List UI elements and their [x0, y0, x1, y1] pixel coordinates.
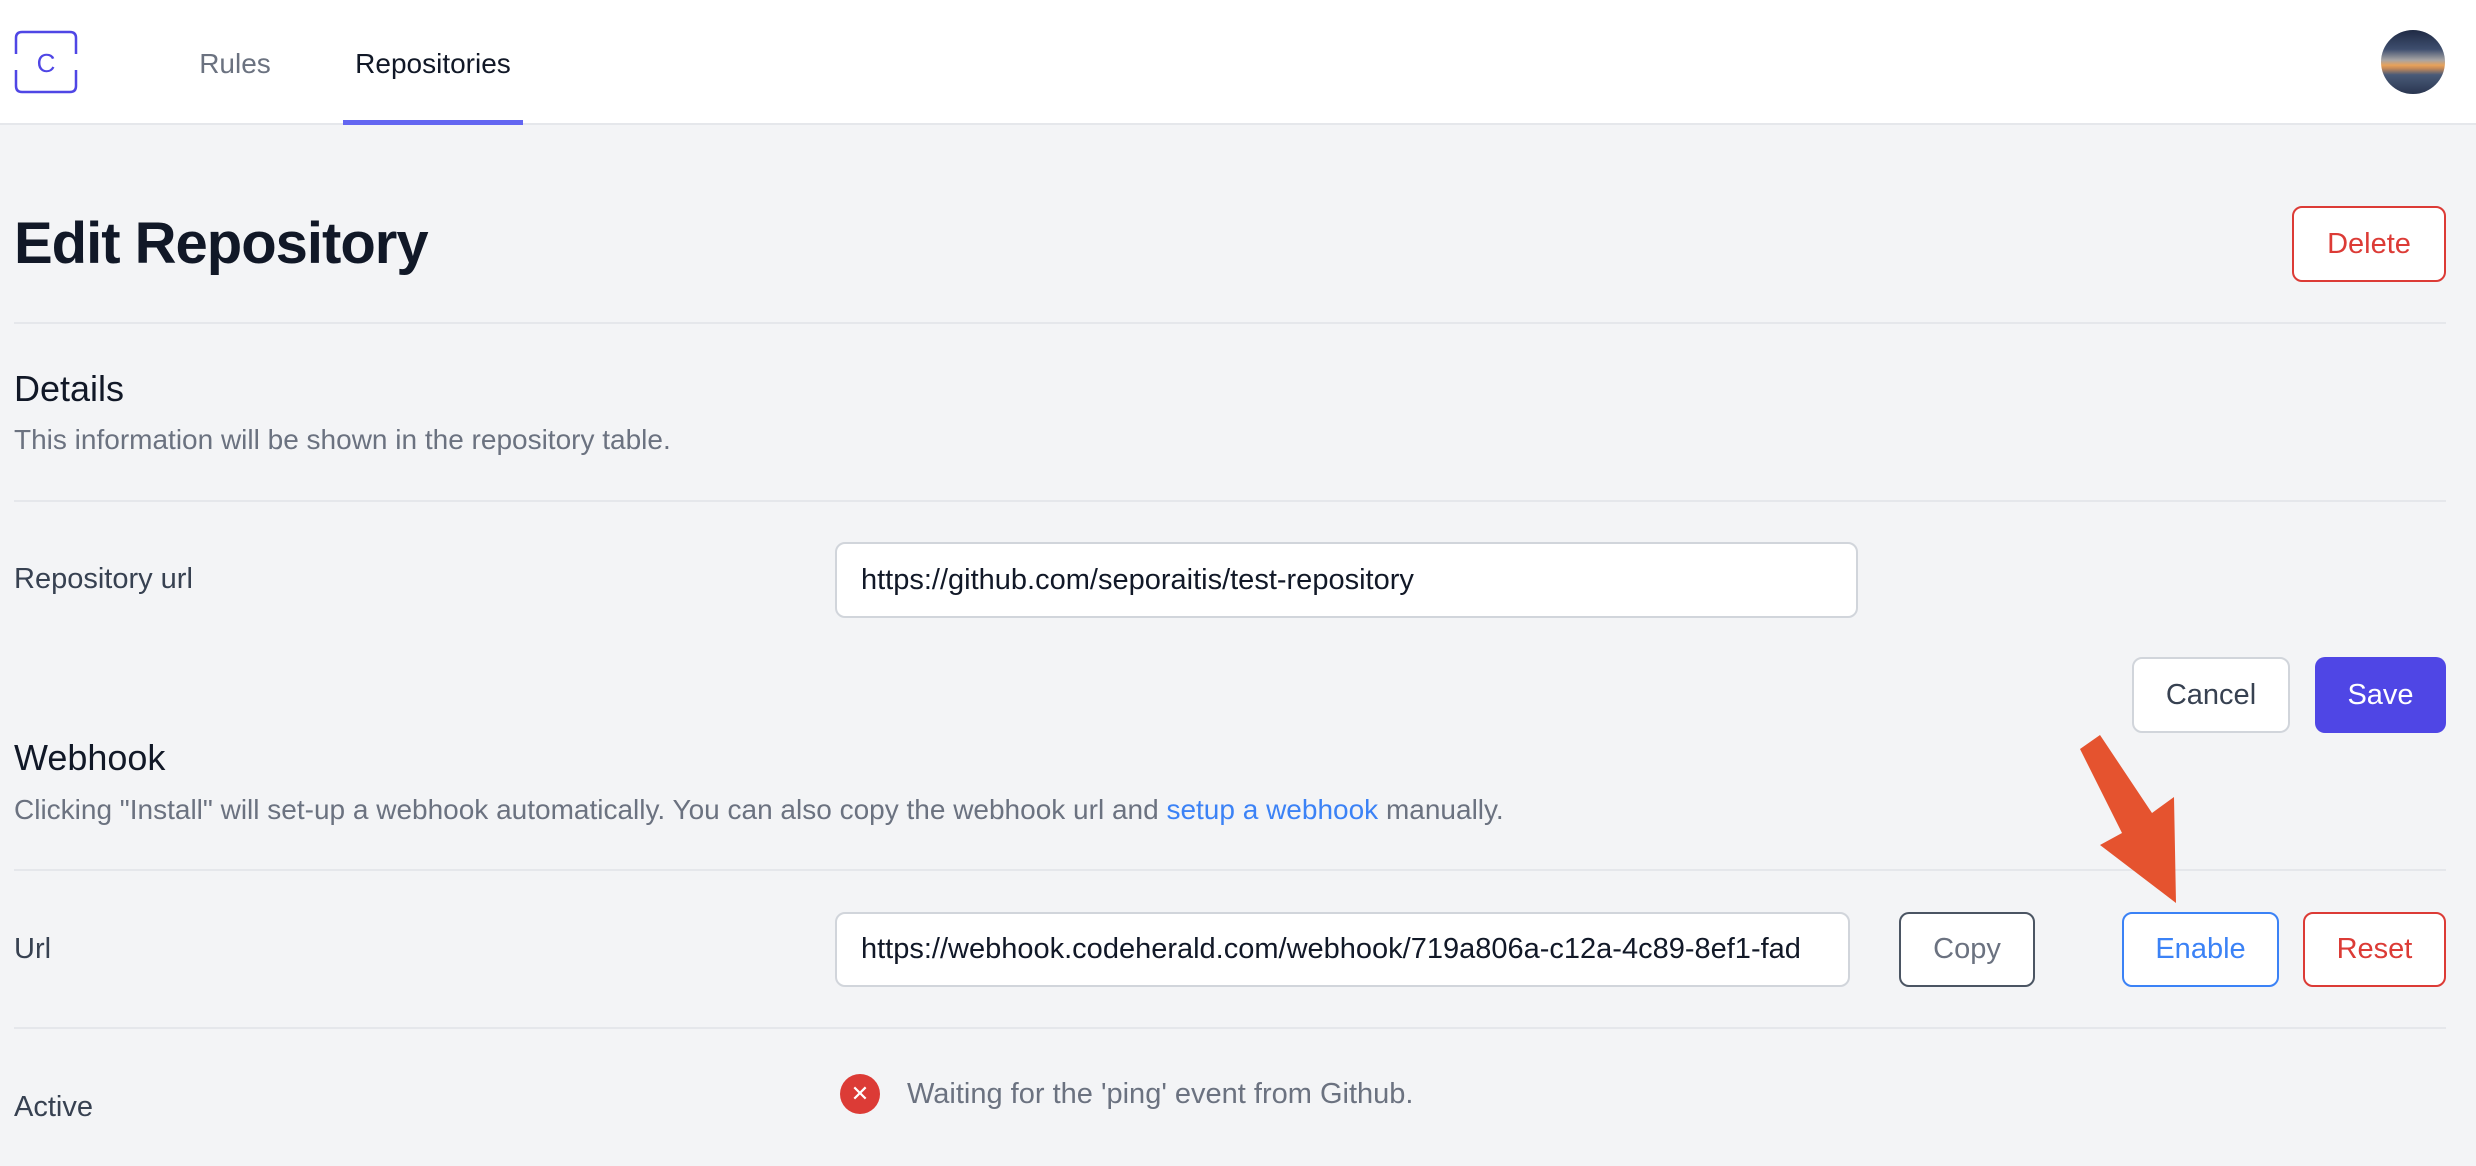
svg-text:C: C: [37, 48, 56, 78]
details-section-description: This information will be shown in the re…: [14, 424, 671, 455]
webhook-url-input[interactable]: [835, 912, 1850, 987]
cancel-button[interactable]: Cancel: [2132, 657, 2290, 733]
webhook-description-text-end: manually.: [1378, 794, 1504, 825]
reset-button[interactable]: Reset: [2303, 912, 2446, 987]
tab-rules[interactable]: Rules: [190, 0, 280, 125]
app-logo[interactable]: C: [14, 30, 78, 94]
divider: [14, 500, 2446, 502]
enable-button[interactable]: Enable: [2122, 912, 2279, 987]
webhook-section-title: Webhook: [14, 737, 166, 778]
active-label: Active: [14, 1091, 93, 1123]
setup-webhook-link[interactable]: setup a webhook: [1166, 794, 1378, 825]
close-circle-icon: ✕: [840, 1074, 880, 1114]
repository-url-input[interactable]: [835, 542, 1858, 618]
repository-url-label: Repository url: [14, 563, 193, 595]
tab-repositories[interactable]: Repositories: [343, 0, 523, 125]
webhook-url-label: Url: [14, 933, 52, 965]
copy-button[interactable]: Copy: [1899, 912, 2035, 987]
avatar[interactable]: [2381, 30, 2445, 94]
webhook-description-text: Clicking "Install" will set-up a webhook…: [14, 794, 1167, 825]
annotation-arrow-icon: [2080, 735, 2176, 903]
delete-button[interactable]: Delete: [2292, 206, 2446, 282]
top-nav: C Rules Repositories: [0, 0, 2476, 125]
logo-icon: C: [14, 30, 78, 94]
divider: [14, 1027, 2446, 1029]
webhook-section-description: Clicking "Install" will set-up a webhook…: [14, 794, 1504, 826]
save-button[interactable]: Save: [2315, 657, 2446, 733]
divider: [14, 322, 2446, 324]
page-title: Edit Repository: [14, 211, 429, 276]
status-text: Waiting for the 'ping' event from Github…: [907, 1078, 1414, 1110]
details-section-title: Details: [14, 368, 125, 409]
